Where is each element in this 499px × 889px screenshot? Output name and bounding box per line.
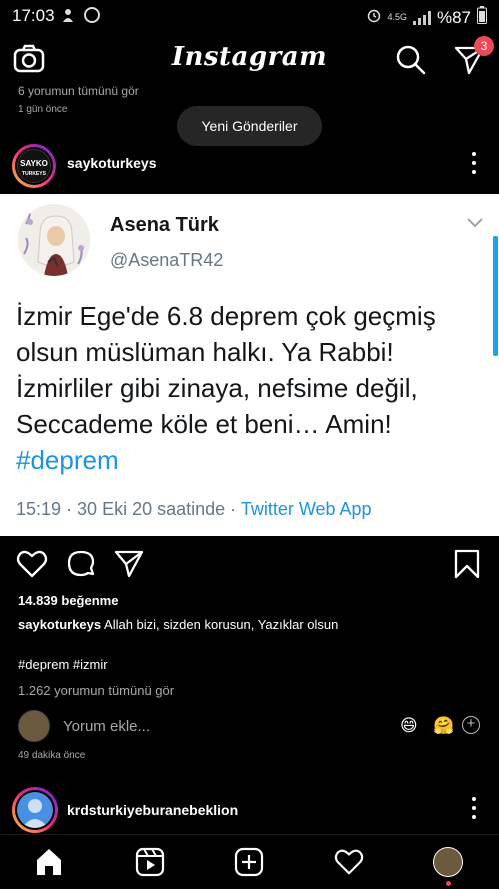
signal-icon [412,10,431,25]
tweet-meta: 15:19 · 30 Eki 20 saatinde · Twitter Web… [16,499,372,520]
post-caption: saykoturkeys Allah bizi, sizden korusun,… [18,617,488,632]
like-count[interactable]: 14.839 beğenme [18,593,118,608]
view-all-comments-link[interactable]: 1.262 yorumun tümünü gör [18,683,174,698]
battery-level: %87 [436,7,471,27]
tweet-body: İzmir Ege'de 6.8 deprem çok geçmiş olsun… [16,301,436,439]
profile-avatar[interactable] [433,847,463,877]
my-avatar [18,710,50,742]
notification-icon [60,7,76,23]
chevron-down-icon [466,216,484,234]
sync-icon [84,7,100,23]
tweet-timestamp: 15:19 · 30 Eki 20 saatinde · [16,499,241,519]
svg-text:TURKEYS: TURKEYS [22,171,47,177]
messages-badge: 3 [474,36,494,56]
next-post-header: krdsturkiyeburanebeklion [0,785,499,833]
next-post-username[interactable]: krdsturkiyeburanebeklion [67,802,238,818]
tweet-author-name: Asena Türk [110,214,219,236]
post-header: SAYKO TURKEYS saykoturkeys [0,140,499,188]
bookmark-icon[interactable] [451,548,483,580]
notification-dot [446,881,451,886]
add-emoji-icon[interactable]: + [462,716,480,734]
status-right: 4.5G %87 [367,6,487,29]
home-icon[interactable] [34,847,64,877]
post-username[interactable]: saykoturkeys [67,155,157,171]
tweet-hashtag: #deprem [16,445,119,475]
post-image[interactable]: Asena Türk @AsenaTR42 İzmir Ege'de 6.8 d… [0,194,499,536]
tweet-author-handle: @AsenaTR42 [110,250,224,270]
activity-heart-icon[interactable] [334,847,364,877]
svg-text:SAYKO: SAYKO [20,159,48,168]
tweet-avatar [18,204,90,276]
reels-icon[interactable] [135,847,165,877]
tweet-text: İzmir Ege'de 6.8 deprem çok geçmiş olsun… [16,298,486,478]
avatar[interactable]: SAYKO TURKEYS [12,144,56,188]
default-avatar-icon [17,792,53,828]
network-type: 4.5G [387,12,407,22]
tweet-scroll-indicator [493,236,498,356]
caption-username[interactable]: saykoturkeys [18,617,101,632]
comment-input[interactable]: Yorum ekle... [63,718,150,735]
post-time: 49 dakika önce [18,750,86,761]
share-icon[interactable] [113,548,145,580]
next-post-avatar[interactable] [12,787,58,833]
comment-icon[interactable] [65,548,97,580]
emoji-laugh-button[interactable]: 😄 [400,716,418,736]
status-bar: 17:03 4.5G %87 [0,0,499,32]
post-actions [0,544,499,584]
plus-square-icon[interactable] [234,847,264,877]
alarm-icon [367,8,381,28]
search-icon[interactable] [393,42,429,78]
status-time: 17:03 [12,6,55,25]
battery-icon [477,6,487,29]
app-header: Instagram 3 [0,32,499,88]
avatar-logo: SAYKO TURKEYS [17,149,51,183]
post-hashtags[interactable]: #deprem #izmir [18,657,108,672]
more-options-icon[interactable] [471,152,477,174]
caption-text: Allah bizi, sizden korusun, Yazıklar ols… [101,617,339,632]
emoji-hug-button[interactable]: 🤗 [433,716,454,736]
heart-icon[interactable] [16,548,48,580]
bottom-navigation [0,834,499,889]
previous-post-comments-link[interactable]: 6 yorumun tümünü gör [18,84,139,98]
previous-post-time: 1 gün önce [18,104,68,115]
notification-icons [60,7,100,23]
tweet-source-app: Twitter Web App [240,499,372,519]
add-comment-row: Yorum ekle... 😄 🤗 + [0,706,499,746]
new-posts-button[interactable]: Yeni Gönderiler [177,106,322,146]
more-options-icon[interactable] [471,797,477,819]
